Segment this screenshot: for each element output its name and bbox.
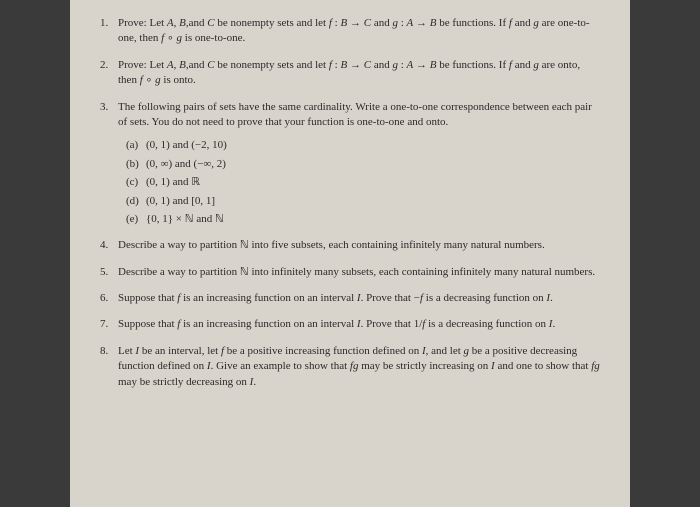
- problem-text: Prove: Let A, B,and C be nonempty sets a…: [118, 59, 580, 86]
- problem-item: Let I be an interval, let f be a positiv…: [100, 344, 600, 390]
- problem-item: Suppose that f is an increasing function…: [100, 291, 600, 306]
- sub-text: (0, 1) and [0, 1]: [146, 195, 215, 207]
- sub-label: (c): [126, 175, 138, 190]
- problem-item: Prove: Let A, B,and C be nonempty sets a…: [100, 58, 600, 89]
- sub-problem-item: (e) {0, 1} × ℕ and ℕ: [126, 212, 600, 227]
- problem-item: Describe a way to partition ℕ into infin…: [100, 265, 600, 280]
- sub-problem-item: (a) (0, 1) and (−2, 10): [126, 138, 600, 153]
- problem-text: Describe a way to partition ℕ into five …: [118, 239, 545, 251]
- sub-problem-item: (d) (0, 1) and [0, 1]: [126, 194, 600, 209]
- problem-text: Suppose that f is an increasing function…: [118, 292, 553, 304]
- document-page: Prove: Let A, B,and C be nonempty sets a…: [70, 0, 630, 507]
- problem-item: Describe a way to partition ℕ into five …: [100, 238, 600, 253]
- problem-item: Suppose that f is an increasing function…: [100, 317, 600, 332]
- problem-text: Describe a way to partition ℕ into infin…: [118, 266, 595, 278]
- problem-text: Let I be an interval, let f be a positiv…: [118, 345, 600, 388]
- sub-problem-item: (b) (0, ∞) and (−∞, 2): [126, 157, 600, 172]
- problem-text: Prove: Let A, B,and C be nonempty sets a…: [118, 17, 590, 44]
- sub-label: (a): [126, 138, 138, 153]
- problem-item: The following pairs of sets have the sam…: [100, 100, 600, 228]
- sub-label: (d): [126, 194, 139, 209]
- sub-text: (0, 1) and ℝ: [146, 176, 200, 188]
- problem-list: Prove: Let A, B,and C be nonempty sets a…: [100, 16, 600, 390]
- problem-item: Prove: Let A, B,and C be nonempty sets a…: [100, 16, 600, 47]
- sub-label: (e): [126, 212, 138, 227]
- problem-text: Suppose that f is an increasing function…: [118, 318, 555, 330]
- sub-problem-list: (a) (0, 1) and (−2, 10) (b) (0, ∞) and (…: [118, 138, 600, 227]
- problem-text: The following pairs of sets have the sam…: [118, 101, 592, 128]
- sub-problem-item: (c) (0, 1) and ℝ: [126, 175, 600, 190]
- sub-label: (b): [126, 157, 139, 172]
- sub-text: (0, 1) and (−2, 10): [146, 139, 227, 151]
- sub-text: {0, 1} × ℕ and ℕ: [146, 213, 224, 225]
- sub-text: (0, ∞) and (−∞, 2): [146, 158, 226, 170]
